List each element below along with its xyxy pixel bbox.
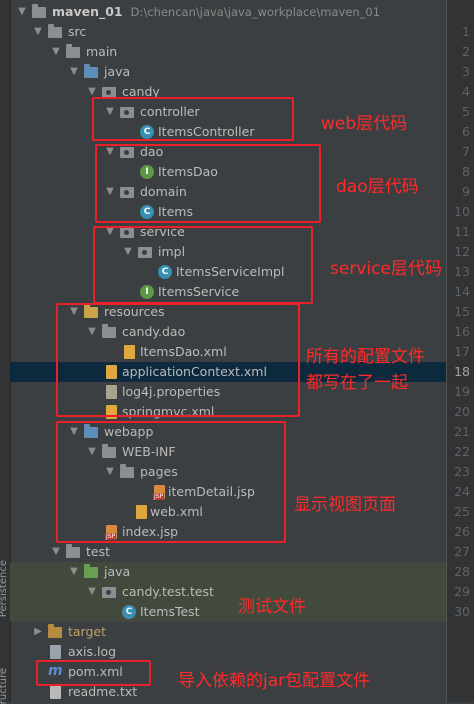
test-class-icon: C [122,605,136,619]
line-number: 11 [454,224,470,239]
line-number: 27 [454,544,470,559]
tree-row-candy-test-test[interactable]: ▼ candy.test.test [10,582,446,602]
tree-row-main[interactable]: ▼ main [10,42,446,62]
line-number: 4 [462,84,470,99]
tree-row-src[interactable]: ▼ src [10,22,446,42]
tree-label: main [86,44,118,59]
line-number: 2 [462,44,470,59]
annotation-box-pom [36,660,151,686]
line-number: 24 [454,484,470,499]
annotation-dao-layer: dao层代码 [336,177,419,197]
persistence-tool-tab[interactable]: Persistence [0,560,10,617]
expand-arrow-icon[interactable]: ▼ [68,62,80,82]
tree-row-axis-log[interactable]: axis.log [10,642,446,662]
line-number: 1 [462,24,470,39]
annotation-box-config [56,303,300,417]
line-number: 13 [454,264,470,279]
line-number: 25 [454,504,470,519]
tree-label: ItemsTest [140,604,200,619]
folder-icon [66,44,80,58]
line-number: 12 [454,244,470,259]
line-number: 7 [462,144,470,159]
line-number: 14 [454,284,470,299]
annotation-box-view [56,421,286,543]
line-number: 28 [454,564,470,579]
line-number: 29 [454,584,470,599]
annotation-test-files: 测试文件 [238,597,306,617]
test-source-folder-icon [84,564,98,578]
annotation-config-line1: 所有的配置文件 [306,347,425,367]
line-number: 6 [462,124,470,139]
line-number: 30 [454,604,470,619]
collapse-arrow-icon[interactable]: ▶ [32,622,44,642]
line-number: 15 [454,304,470,319]
annotation-service-layer: service层代码 [330,259,442,279]
line-number: 5 [462,104,470,119]
expand-arrow-icon[interactable]: ▼ [16,2,28,22]
expand-arrow-icon[interactable]: ▼ [86,582,98,602]
line-number-gutter: 1 2 3 4 5 6 7 8 9 10 11 12 13 14 15 16 17 18 19 20 21 22 23 24 2… [446,0,474,702]
line-number: 22 [454,444,470,459]
expand-arrow-icon[interactable]: ▼ [68,562,80,582]
tree-row-test[interactable]: ▼ test [10,542,446,562]
line-number: 16 [454,324,470,339]
annotation-box-web [92,97,294,141]
tree-label: java [104,564,131,579]
annotation-web-layer: web层代码 [321,114,408,134]
tree-label: test [86,544,111,559]
annotation-view-pages: 显示视图页面 [294,495,396,515]
tree-label: candy.test.test [122,584,214,599]
annotation-box-dao [95,144,321,223]
tree-row-test-java[interactable]: ▼ java [10,562,446,582]
tree-row-project[interactable]: ▼ maven_01 D:\chencan\java\java_workplace… [10,2,446,22]
project-folder-icon [32,4,46,18]
line-number: 18 [454,364,470,379]
line-number: 23 [454,464,470,479]
line-number: 17 [454,344,470,359]
line-number: 8 [462,164,470,179]
folder-icon [66,544,80,558]
line-number: 19 [454,384,470,399]
project-path: D:\chencan\java\java_workplace\maven_01 [130,5,381,19]
log-file-icon [50,645,61,659]
line-number: 9 [462,184,470,199]
tree-label: axis.log [68,644,117,659]
line-number: 3 [462,64,470,79]
annotation-pom-file: 导入依赖的jar包配置文件 [178,671,371,691]
package-icon [102,587,116,598]
project-name: maven_01 [52,4,123,19]
source-folder-icon [84,64,98,78]
annotation-config-line2: 都写在了一起 [306,373,408,393]
tree-row-target[interactable]: ▶ target [10,622,446,642]
annotation-box-service [93,226,313,304]
line-number: 10 [454,204,470,219]
expand-arrow-icon[interactable]: ▼ [50,42,62,62]
line-number: 26 [454,524,470,539]
expand-arrow-icon[interactable]: ▼ [50,542,62,562]
tree-label: target [68,624,107,639]
folder-icon [48,24,62,38]
expand-arrow-icon[interactable]: ▼ [32,22,44,42]
tree-row-java[interactable]: ▼ java [10,62,446,82]
tree-label: java [104,64,131,79]
excluded-folder-icon [48,624,62,638]
tree-label: src [68,24,87,39]
line-number: 20 [454,404,470,419]
tree-row-items-test[interactable]: C ItemsTest [10,602,446,622]
text-file-icon [50,685,61,699]
structure-tool-tab[interactable]: ructure [0,668,10,704]
line-number: 21 [454,424,470,439]
